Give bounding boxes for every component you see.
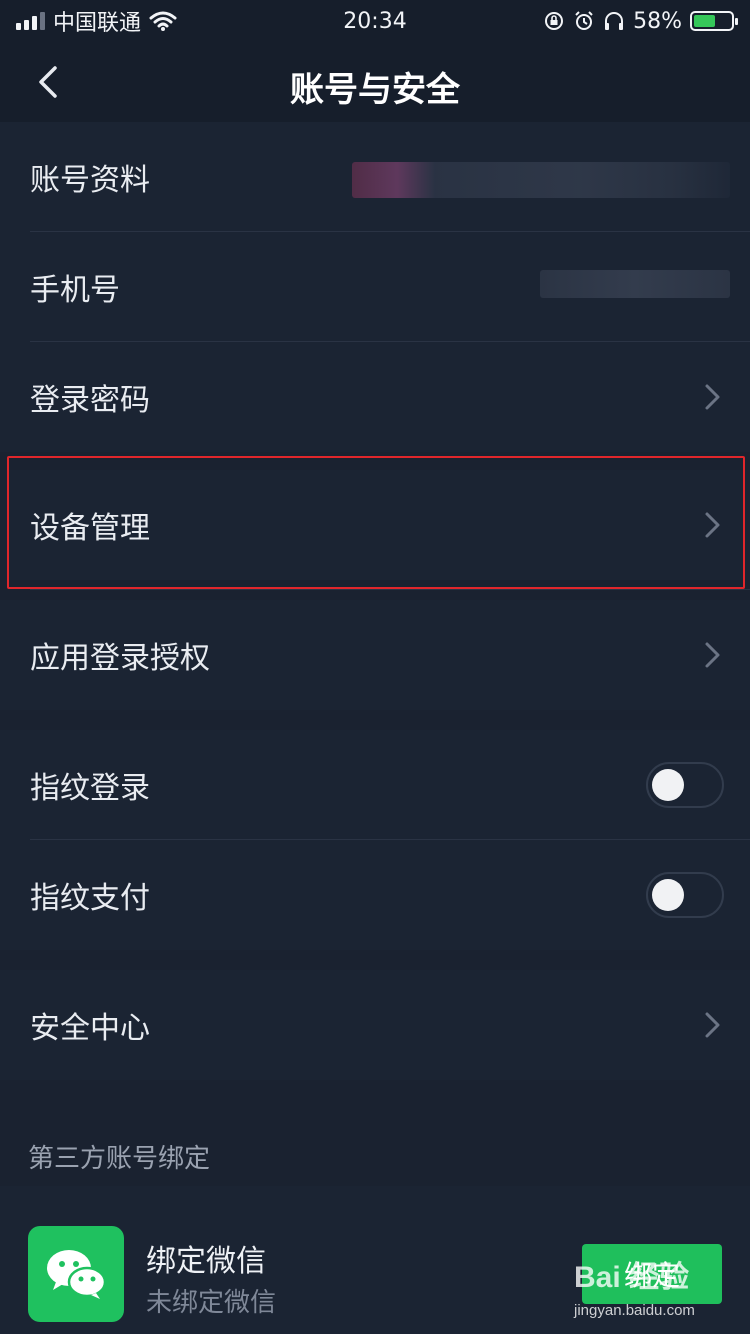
wechat-bubbles-icon [47, 1250, 107, 1299]
signal-icon [16, 12, 45, 30]
carrier-label: 中国联通 [53, 11, 142, 36]
row-fingerprint-pay: 指纹支付 [0, 840, 750, 950]
row-label: 账号资料 [30, 163, 150, 198]
row-label: 指纹登录 [30, 771, 150, 806]
chevron-right-icon [705, 642, 720, 668]
toggle-knob [652, 769, 684, 801]
row-label: 手机号 [30, 273, 120, 308]
toggle-knob [652, 879, 684, 911]
row-label: 安全中心 [30, 1011, 150, 1046]
wechat-subtitle: 未绑定微信 [146, 1288, 277, 1318]
nav-bar: 账号与安全 [0, 42, 750, 122]
fingerprint-login-toggle[interactable] [646, 762, 724, 808]
wifi-icon [149, 11, 177, 31]
blurred-value [540, 270, 730, 298]
battery-percent: 58% [633, 8, 682, 34]
blurred-value [352, 162, 730, 198]
status-bar: 中国联通 20:34 58% [0, 0, 750, 42]
bind-wechat-button[interactable]: 绑定 [582, 1244, 722, 1304]
row-phone[interactable]: 手机号 [0, 232, 750, 342]
row-label: 应用登录授权 [30, 641, 210, 676]
status-right: 58% [543, 8, 738, 34]
row-security-center[interactable]: 安全中心 [0, 970, 750, 1080]
wechat-title: 绑定微信 [146, 1244, 266, 1279]
chevron-right-icon [705, 384, 720, 410]
row-fingerprint-login: 指纹登录 [0, 730, 750, 840]
orientation-lock-icon [545, 12, 564, 30]
page-title: 账号与安全 [290, 70, 460, 110]
status-left: 中国联通 [16, 5, 177, 37]
row-app-login-auth[interactable]: 应用登录授权 [0, 600, 750, 710]
divider [30, 589, 750, 590]
wechat-bind-row: 绑定微信 未绑定微信 绑定 [0, 1186, 750, 1334]
headphones-icon [605, 12, 624, 30]
battery-icon [690, 11, 738, 31]
alarm-icon [575, 11, 593, 30]
battery-level [694, 15, 715, 27]
wechat-icon [28, 1226, 124, 1322]
section-caption: 第三方账号绑定 [28, 1144, 211, 1174]
row-label: 登录密码 [30, 383, 150, 418]
chevron-right-icon [705, 1012, 720, 1038]
row-label: 指纹支付 [30, 881, 150, 916]
fingerprint-pay-toggle[interactable] [646, 872, 724, 918]
row-login-password[interactable]: 登录密码 [0, 342, 750, 452]
row-account-info[interactable]: 账号资料 [0, 122, 750, 232]
highlight-box [7, 456, 745, 589]
